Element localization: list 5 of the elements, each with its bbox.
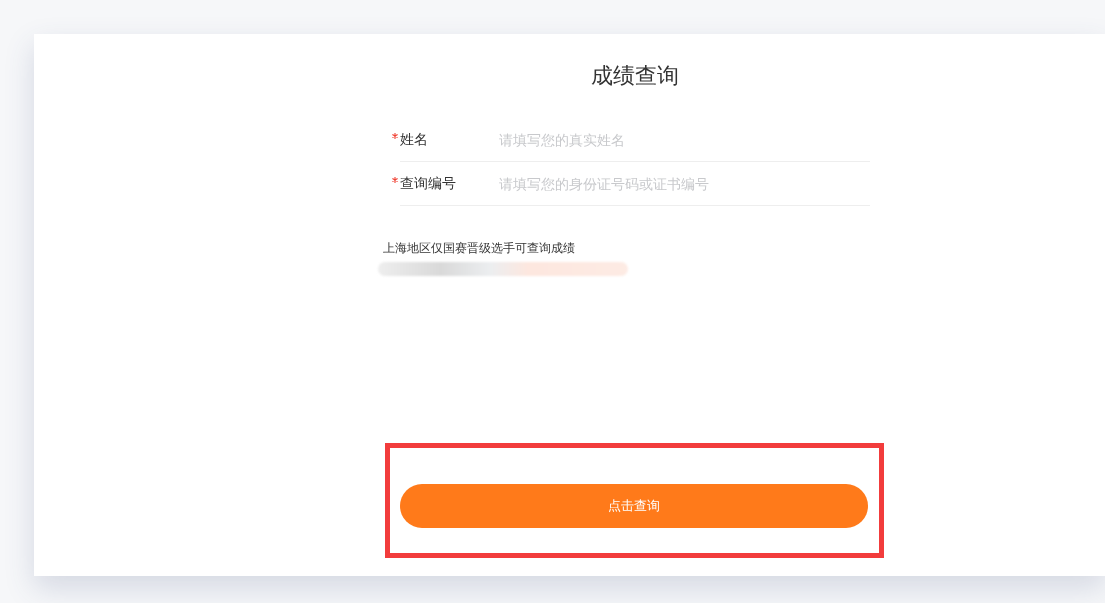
- page-title: 成绩查询: [591, 62, 679, 90]
- notice-text: 上海地区仅国赛晋级选手可查询成绩: [383, 240, 575, 256]
- field-label: 姓名: [400, 130, 429, 149]
- field-label: 查询编号: [400, 174, 457, 193]
- submit-button[interactable]: 点击查询: [400, 484, 868, 528]
